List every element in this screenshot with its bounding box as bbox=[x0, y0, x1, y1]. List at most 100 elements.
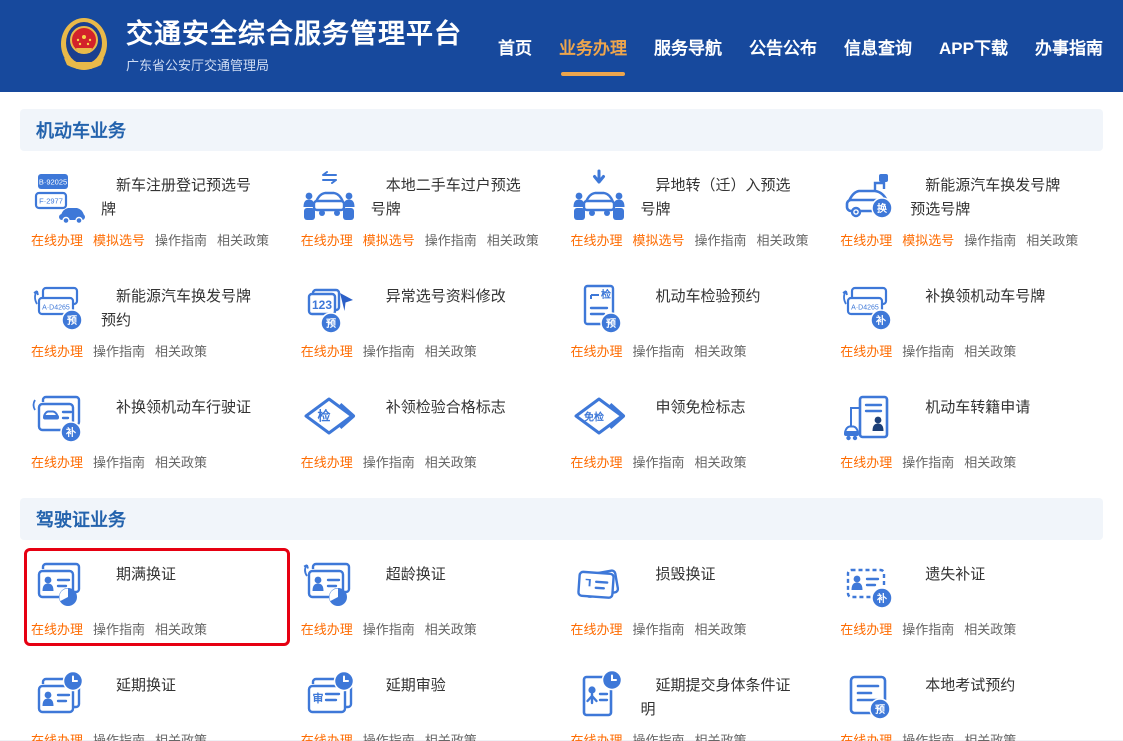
service-link-related-policy[interactable]: 相关政策 bbox=[1026, 230, 1078, 249]
service-title: 期满换证 bbox=[101, 557, 251, 587]
nav-item-app-download[interactable]: APP下载 bbox=[939, 34, 1008, 59]
service-link-online-apply[interactable]: 在线办理 bbox=[571, 452, 623, 471]
app-subtitle: 广东省公安厅交通管理局 bbox=[126, 55, 462, 74]
service-title: 机动车转籍申请 bbox=[910, 390, 1060, 420]
service-link-related-policy[interactable]: 相关政策 bbox=[487, 230, 539, 249]
abnormal-selection-data-fix-icon: 123预 bbox=[301, 279, 359, 337]
nav-item-info-query[interactable]: 信息查询 bbox=[844, 34, 912, 59]
service-link-simulate-number[interactable]: 模拟选号 bbox=[633, 230, 685, 249]
service-link-operation-guide[interactable]: 操作指南 bbox=[964, 230, 1016, 249]
service-link-online-apply[interactable]: 在线办理 bbox=[301, 619, 353, 638]
service-link-operation-guide[interactable]: 操作指南 bbox=[93, 619, 145, 638]
service-link-operation-guide[interactable]: 操作指南 bbox=[902, 452, 954, 471]
service-card-inspection-exemption-mark: 免检 申领免检标志 在线办理操作指南相关政策 bbox=[564, 381, 830, 479]
service-link-online-apply[interactable]: 在线办理 bbox=[301, 230, 353, 249]
service-link-online-apply[interactable]: 在线办理 bbox=[571, 619, 623, 638]
service-link-related-policy[interactable]: 相关政策 bbox=[695, 730, 747, 741]
service-link-online-apply[interactable]: 在线办理 bbox=[571, 730, 623, 741]
license-expiry-renewal-icon bbox=[31, 557, 89, 615]
service-link-operation-guide[interactable]: 操作指南 bbox=[902, 619, 954, 638]
local-exam-appointment-icon: 预 bbox=[840, 668, 898, 726]
service-link-online-apply[interactable]: 在线办理 bbox=[31, 730, 83, 741]
service-link-related-policy[interactable]: 相关政策 bbox=[425, 452, 477, 471]
service-card-license-overage-renewal: 超龄换证 在线办理操作指南相关政策 bbox=[294, 548, 560, 646]
service-grid: 期满换证 在线办理操作指南相关政策 超龄换证 在线办理操作指南相关政策 ⅂ 损毁… bbox=[20, 540, 1103, 741]
service-link-operation-guide[interactable]: 操作指南 bbox=[363, 452, 415, 471]
service-links: 在线办理操作指南相关政策 bbox=[31, 730, 283, 741]
service-link-online-apply[interactable]: 在线办理 bbox=[301, 341, 353, 360]
service-link-operation-guide[interactable]: 操作指南 bbox=[363, 730, 415, 741]
brand-block: 交通安全综合服务管理平台 广东省公安厅交通管理局 bbox=[126, 18, 462, 74]
service-link-simulate-number[interactable]: 模拟选号 bbox=[363, 230, 415, 249]
service-link-related-policy[interactable]: 相关政策 bbox=[964, 341, 1016, 360]
nav-item-business[interactable]: 业务办理 bbox=[559, 34, 627, 59]
service-link-related-policy[interactable]: 相关政策 bbox=[695, 619, 747, 638]
service-link-operation-guide[interactable]: 操作指南 bbox=[155, 230, 207, 249]
service-link-related-policy[interactable]: 相关政策 bbox=[425, 619, 477, 638]
svg-text:B·92025: B·92025 bbox=[39, 178, 67, 187]
service-card-inspection-mark-reissue: 检 补领检验合格标志 在线办理操作指南相关政策 bbox=[294, 381, 560, 479]
service-link-related-policy[interactable]: 相关政策 bbox=[425, 341, 477, 360]
service-link-operation-guide[interactable]: 操作指南 bbox=[695, 230, 747, 249]
service-link-related-policy[interactable]: 相关政策 bbox=[155, 730, 207, 741]
service-link-operation-guide[interactable]: 操作指南 bbox=[633, 730, 685, 741]
service-link-operation-guide[interactable]: 操作指南 bbox=[363, 619, 415, 638]
used-car-transfer-preselect-icon bbox=[301, 168, 359, 226]
service-link-related-policy[interactable]: 相关政策 bbox=[155, 341, 207, 360]
service-link-online-apply[interactable]: 在线办理 bbox=[301, 730, 353, 741]
service-link-operation-guide[interactable]: 操作指南 bbox=[93, 730, 145, 741]
service-link-online-apply[interactable]: 在线办理 bbox=[840, 452, 892, 471]
service-link-operation-guide[interactable]: 操作指南 bbox=[93, 341, 145, 360]
service-link-related-policy[interactable]: 相关政策 bbox=[695, 341, 747, 360]
service-title: 延期换证 bbox=[101, 668, 251, 698]
service-link-related-policy[interactable]: 相关政策 bbox=[695, 452, 747, 471]
vehicle-inspection-appointment-icon: 检预 bbox=[571, 279, 629, 337]
svg-text:补: 补 bbox=[876, 592, 887, 605]
service-links: 在线办理操作指南相关政策 bbox=[301, 341, 553, 360]
nav-item-home[interactable]: 首页 bbox=[498, 34, 532, 59]
service-card-local-exam-appointment: 预 本地考试预约 在线办理操作指南相关政策 bbox=[833, 659, 1099, 741]
service-link-operation-guide[interactable]: 操作指南 bbox=[425, 230, 477, 249]
svg-text:⅂: ⅂ bbox=[583, 578, 591, 589]
svg-text:预: 预 bbox=[875, 704, 885, 716]
service-link-operation-guide[interactable]: 操作指南 bbox=[902, 341, 954, 360]
service-link-related-policy[interactable]: 相关政策 bbox=[964, 619, 1016, 638]
nav-item-label: 服务导航 bbox=[654, 39, 722, 58]
service-link-online-apply[interactable]: 在线办理 bbox=[31, 230, 83, 249]
service-link-simulate-number[interactable]: 模拟选号 bbox=[93, 230, 145, 249]
service-links: 在线办理操作指南相关政策 bbox=[571, 619, 823, 638]
service-card-ev-plate-swap-preselect: 换 新能源汽车换发号牌预选号牌 在线办理模拟选号操作指南相关政策 bbox=[833, 159, 1099, 257]
nonlocal-transfer-preselect-icon bbox=[571, 168, 629, 226]
service-link-online-apply[interactable]: 在线办理 bbox=[840, 341, 892, 360]
service-link-online-apply[interactable]: 在线办理 bbox=[301, 452, 353, 471]
service-link-operation-guide[interactable]: 操作指南 bbox=[93, 452, 145, 471]
service-link-online-apply[interactable]: 在线办理 bbox=[840, 730, 892, 741]
service-link-related-policy[interactable]: 相关政策 bbox=[964, 452, 1016, 471]
service-link-related-policy[interactable]: 相关政策 bbox=[425, 730, 477, 741]
service-link-online-apply[interactable]: 在线办理 bbox=[31, 341, 83, 360]
service-link-related-policy[interactable]: 相关政策 bbox=[155, 452, 207, 471]
svg-text:补: 补 bbox=[65, 426, 76, 439]
nav-item-announcements[interactable]: 公告公布 bbox=[749, 34, 817, 59]
service-link-online-apply[interactable]: 在线办理 bbox=[31, 452, 83, 471]
service-link-simulate-number[interactable]: 模拟选号 bbox=[902, 230, 954, 249]
nav-item-label: 业务办理 bbox=[559, 39, 627, 58]
service-link-online-apply[interactable]: 在线办理 bbox=[840, 230, 892, 249]
service-link-online-apply[interactable]: 在线办理 bbox=[840, 619, 892, 638]
service-link-operation-guide[interactable]: 操作指南 bbox=[633, 341, 685, 360]
section-header-bar: 机动车业务 bbox=[20, 109, 1103, 151]
service-link-operation-guide[interactable]: 操作指南 bbox=[633, 619, 685, 638]
service-link-operation-guide[interactable]: 操作指南 bbox=[363, 341, 415, 360]
service-link-related-policy[interactable]: 相关政策 bbox=[217, 230, 269, 249]
service-link-related-policy[interactable]: 相关政策 bbox=[757, 230, 809, 249]
nav-item-guide[interactable]: 办事指南 bbox=[1035, 34, 1103, 59]
service-link-operation-guide[interactable]: 操作指南 bbox=[633, 452, 685, 471]
service-link-related-policy[interactable]: 相关政策 bbox=[964, 730, 1016, 741]
service-link-online-apply[interactable]: 在线办理 bbox=[571, 341, 623, 360]
service-link-related-policy[interactable]: 相关政策 bbox=[155, 619, 207, 638]
service-link-online-apply[interactable]: 在线办理 bbox=[571, 230, 623, 249]
nav-item-service-nav[interactable]: 服务导航 bbox=[654, 34, 722, 59]
service-link-operation-guide[interactable]: 操作指南 bbox=[902, 730, 954, 741]
service-title: 异常选号资料修改 bbox=[371, 279, 521, 309]
service-link-online-apply[interactable]: 在线办理 bbox=[31, 619, 83, 638]
